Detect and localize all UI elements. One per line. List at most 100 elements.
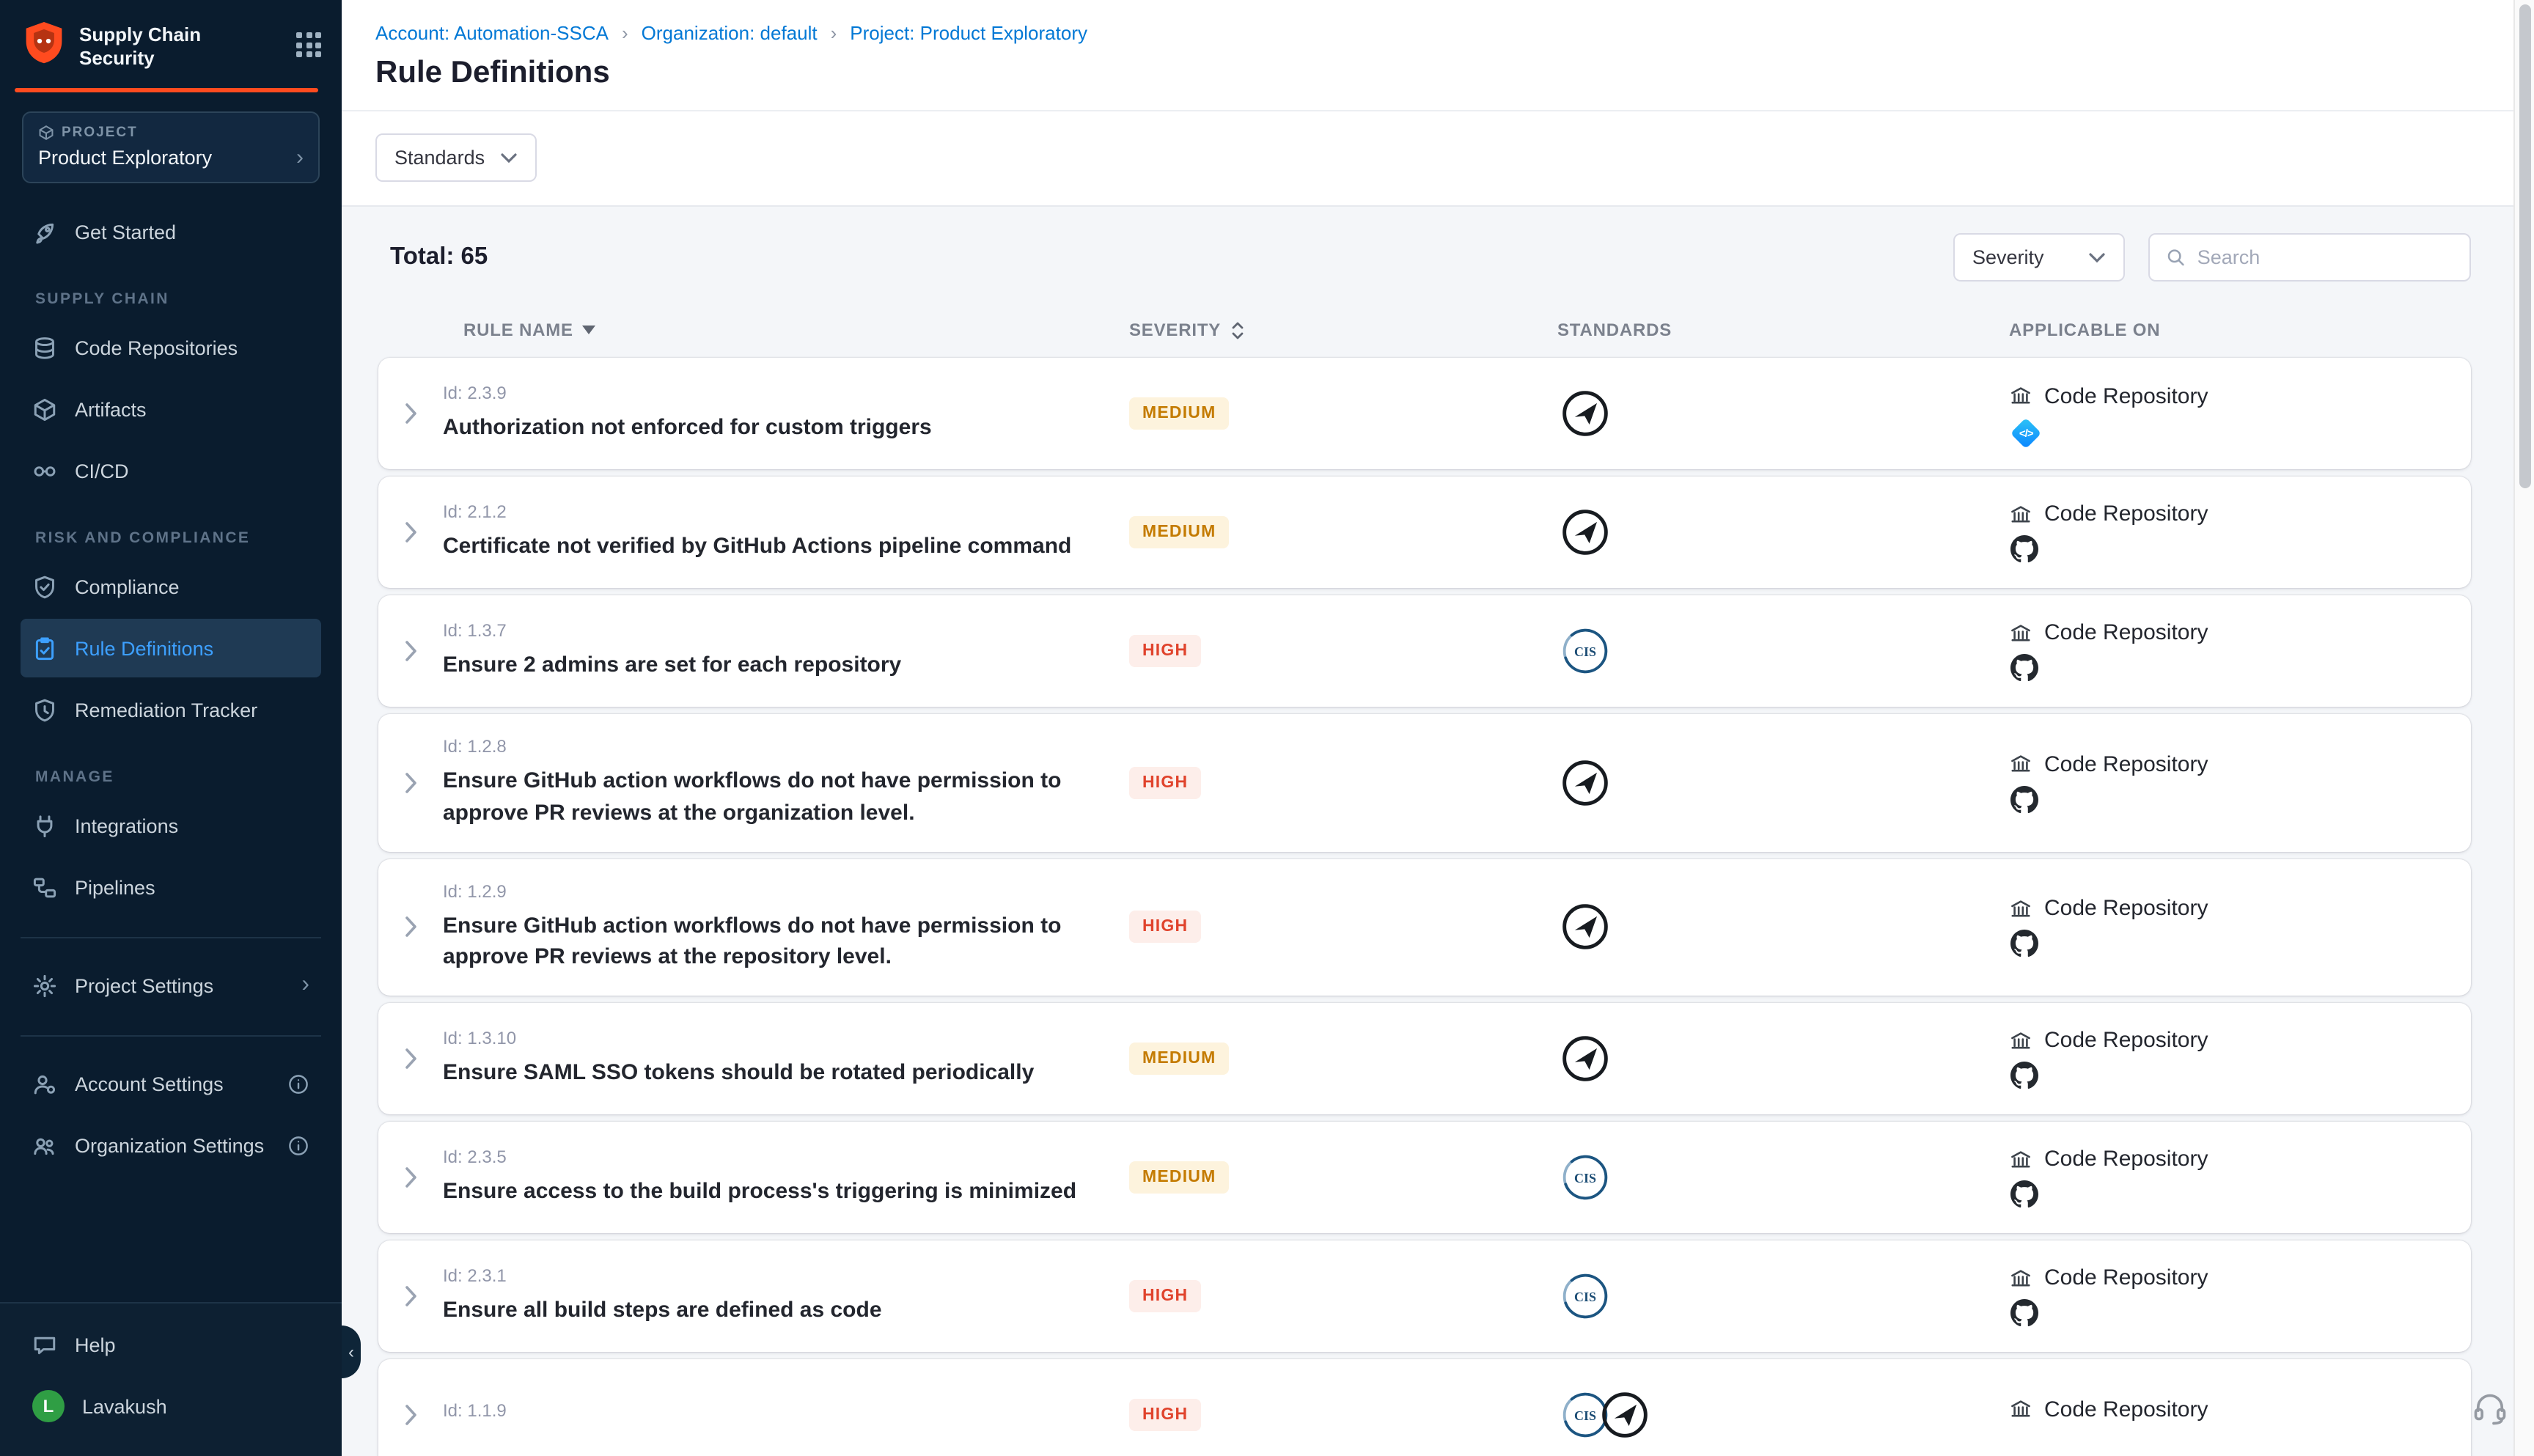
table-row[interactable]: Id: 2.3.5 Ensure access to the build pro… — [378, 1122, 2471, 1233]
code-repo-provider-icon: </> — [2010, 417, 2041, 448]
table-row[interactable]: Id: 1.3.10 Ensure SAML SSO tokens should… — [378, 1003, 2471, 1114]
row-expand-chevron-icon[interactable] — [378, 521, 443, 544]
severity-cell: HIGH — [1129, 1399, 1557, 1431]
filter-bar: Standards — [342, 110, 2534, 205]
sidebar-item-integrations[interactable]: Integrations — [21, 796, 321, 855]
applicable-on-cell: Code Repository — [1994, 897, 2471, 958]
project-selector[interactable]: PROJECT Product Exploratory › — [22, 111, 320, 183]
row-expand-chevron-icon[interactable] — [378, 916, 443, 939]
rule-id: Id: 2.3.1 — [443, 1265, 1100, 1286]
pipelines-icon — [32, 875, 57, 900]
page-header: Account: Automation-SSCA › Organization:… — [342, 0, 2534, 110]
applicable-on-label: Code Repository — [2044, 752, 2208, 777]
table-row[interactable]: Id: 1.1.9 HIGH CIS Code Repository — [378, 1359, 2471, 1456]
sidebar-item-get-started[interactable]: Get Started — [21, 202, 321, 261]
table-row[interactable]: Id: 1.3.7 Ensure 2 admins are set for ea… — [378, 595, 2471, 707]
info-icon[interactable] — [287, 1073, 309, 1095]
page-scrollbar[interactable] — [2513, 0, 2534, 1456]
severity-badge: MEDIUM — [1129, 516, 1230, 548]
applicable-on-cell: Code Repository — [1994, 1147, 2471, 1208]
row-expand-chevron-icon[interactable] — [378, 1047, 443, 1070]
sidebar-item-account-settings[interactable]: Account Settings — [21, 1054, 321, 1113]
table-row[interactable]: Id: 2.3.1 Ensure all build steps are def… — [378, 1240, 2471, 1352]
breadcrumb-account[interactable]: Account: Automation-SSCA — [375, 22, 609, 44]
chevron-down-icon — [499, 152, 517, 163]
chevron-down-icon — [2088, 251, 2106, 263]
applicable-on-cell: Code Repository — [1994, 1028, 2471, 1089]
rule-name-cell: Id: 2.3.9 Authorization not enforced for… — [443, 383, 1129, 444]
breadcrumb-organization[interactable]: Organization: default — [642, 22, 818, 44]
column-header-standards: STANDARDS — [1557, 320, 1994, 340]
severity-badge: MEDIUM — [1129, 397, 1230, 430]
row-expand-chevron-icon[interactable] — [378, 402, 443, 425]
svg-text:CIS: CIS — [1574, 1408, 1596, 1423]
main-content: Account: Automation-SSCA › Organization:… — [342, 0, 2534, 1456]
severity-badge: HIGH — [1129, 635, 1201, 667]
rule-name-cell: Id: 2.3.5 Ensure access to the build pro… — [443, 1147, 1129, 1208]
github-icon — [2010, 786, 2038, 814]
gear-icon — [32, 973, 57, 998]
applicable-on-label: Code Repository — [2044, 897, 2208, 922]
row-expand-chevron-icon[interactable] — [378, 1166, 443, 1189]
column-header-severity[interactable]: SEVERITY — [1129, 320, 1557, 340]
shield-clock-icon — [32, 697, 57, 722]
applicable-on-cell: Code Repository — [1994, 1397, 2471, 1433]
info-icon[interactable] — [287, 1134, 309, 1156]
sidebar-item-help[interactable]: Help — [21, 1315, 321, 1374]
sidebar-item-code-repositories[interactable]: Code Repositories — [21, 318, 321, 377]
rule-id: Id: 1.3.10 — [443, 1028, 1100, 1048]
module-switcher-icon[interactable] — [296, 32, 321, 57]
breadcrumb-project[interactable]: Project: Product Exploratory — [850, 22, 1087, 44]
scrollbar-thumb[interactable] — [2519, 4, 2531, 488]
rule-name: Certificate not verified by GitHub Actio… — [443, 531, 1100, 563]
applicable-on-label: Code Repository — [2044, 1028, 2208, 1053]
row-expand-chevron-icon[interactable] — [378, 1403, 443, 1427]
github-icon — [2010, 1299, 2038, 1327]
github-icon — [2010, 1180, 2038, 1208]
svg-text:CIS: CIS — [1574, 644, 1596, 659]
code-repository-icon — [2009, 502, 2032, 526]
severity-badge: MEDIUM — [1129, 1043, 1230, 1075]
code-repository-icon — [2009, 1147, 2032, 1171]
rule-name-cell: Id: 1.1.9 — [443, 1400, 1129, 1430]
chat-bubble-icon — [32, 1332, 57, 1357]
table-row[interactable]: Id: 1.2.8 Ensure GitHub action workflows… — [378, 714, 2471, 851]
user-menu[interactable]: L Lavakush — [21, 1377, 321, 1435]
sidebar-item-compliance[interactable]: Compliance — [21, 557, 321, 616]
severity-filter-dropdown[interactable]: Severity — [1953, 233, 2125, 282]
code-repository-icon — [2009, 1397, 2032, 1421]
rule-name-cell: Id: 1.2.9 Ensure GitHub action workflows… — [443, 880, 1129, 974]
severity-cell: HIGH — [1129, 635, 1557, 667]
sidebar-item-artifacts[interactable]: Artifacts — [21, 380, 321, 438]
table-row[interactable]: Id: 1.2.9 Ensure GitHub action workflows… — [378, 858, 2471, 996]
sidebar-item-organization-settings[interactable]: Organization Settings — [21, 1116, 321, 1174]
sidebar-item-remediation-tracker[interactable]: Remediation Tracker — [21, 680, 321, 739]
severity-cell: MEDIUM — [1129, 516, 1557, 548]
sidebar-item-rule-definitions[interactable]: Rule Definitions — [21, 619, 321, 677]
column-header-rule-name[interactable]: RULE NAME — [443, 320, 1129, 340]
divider — [21, 937, 321, 938]
sidebar-item-cicd[interactable]: CI/CD — [21, 441, 321, 500]
brand-accent-line — [15, 88, 318, 92]
severity-cell: HIGH — [1129, 911, 1557, 944]
standards-filter-dropdown[interactable]: Standards — [375, 133, 536, 182]
severity-cell: MEDIUM — [1129, 1043, 1557, 1075]
sidebar-footer: Help L Lavakush — [0, 1302, 342, 1456]
row-expand-chevron-icon[interactable] — [378, 771, 443, 795]
openssf-standard-icon — [1560, 902, 1610, 952]
search-box[interactable] — [2148, 233, 2471, 282]
search-input[interactable] — [2197, 246, 2453, 268]
severity-badge: HIGH — [1129, 1280, 1201, 1312]
rules-list: Id: 2.3.9 Authorization not enforced for… — [378, 358, 2471, 1456]
sort-desc-icon — [582, 326, 595, 334]
sidebar-item-pipelines[interactable]: Pipelines — [21, 858, 321, 916]
github-icon — [2010, 654, 2038, 682]
row-expand-chevron-icon[interactable] — [378, 1284, 443, 1308]
applicable-on-cell: Code Repository — [1994, 752, 2471, 814]
table-row[interactable]: Id: 2.1.2 Certificate not verified by Gi… — [378, 477, 2471, 588]
support-headset-icon[interactable] — [2471, 1390, 2509, 1435]
sidebar-item-project-settings[interactable]: Project Settings › — [21, 956, 321, 1015]
row-expand-chevron-icon[interactable] — [378, 639, 443, 663]
table-row[interactable]: Id: 2.3.9 Authorization not enforced for… — [378, 358, 2471, 469]
rule-name: Authorization not enforced for custom tr… — [443, 412, 1100, 444]
